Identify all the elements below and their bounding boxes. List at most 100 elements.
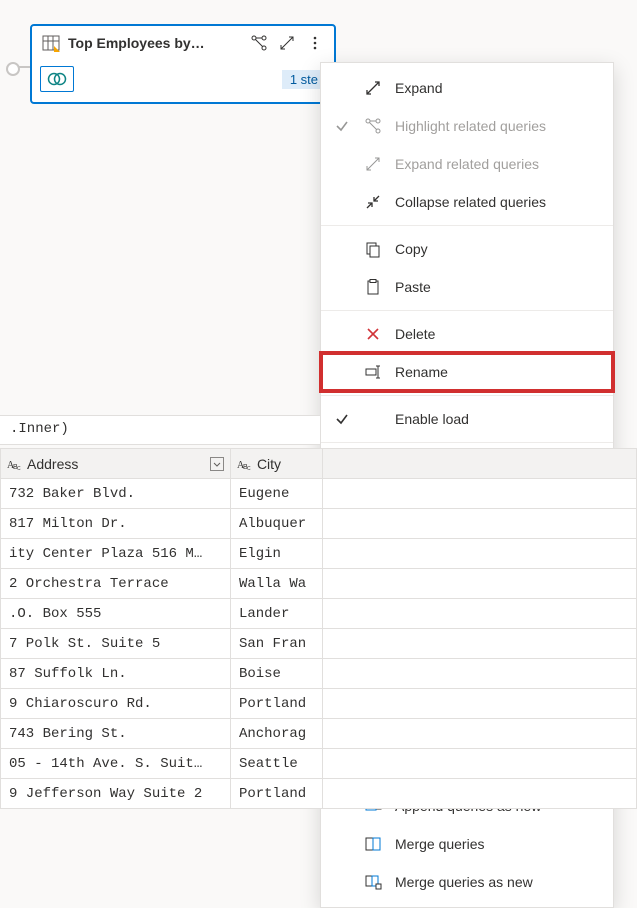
cell-city[interactable]: Walla Wa xyxy=(230,569,322,599)
svg-text:C: C xyxy=(17,466,21,471)
cell-address[interactable]: .O. Box 555 xyxy=(1,599,231,629)
cell-blank xyxy=(322,599,636,629)
text-type-icon: ABC xyxy=(7,457,21,471)
query-connector xyxy=(14,66,30,68)
menu-item-enable-load[interactable]: Enable load xyxy=(321,400,613,438)
menu-item-paste[interactable]: Paste xyxy=(321,268,613,306)
cell-address[interactable]: 2 Orchestra Terrace xyxy=(1,569,231,599)
cell-blank xyxy=(322,629,636,659)
cell-blank xyxy=(322,779,636,809)
column-header-city[interactable]: ABC City xyxy=(230,449,322,479)
text-type-icon: ABC xyxy=(237,457,251,471)
menu-item-label: Expand related queries xyxy=(395,156,601,172)
delete-icon xyxy=(363,325,383,343)
check-icon xyxy=(333,119,351,133)
table-row[interactable]: ity Center Plaza 516 M…Elgin xyxy=(1,539,637,569)
query-title: Top Employees by… xyxy=(68,35,242,51)
expand-icon xyxy=(363,79,383,97)
menu-item-rename[interactable]: Rename xyxy=(321,353,613,391)
collapse-related-icon xyxy=(363,193,383,211)
cell-address[interactable]: 9 Chiaroscuro Rd. xyxy=(1,689,231,719)
cell-city[interactable]: Lander xyxy=(230,599,322,629)
expand-icon[interactable] xyxy=(276,32,298,54)
copy-icon xyxy=(363,240,383,258)
cell-city[interactable]: Albuquer xyxy=(230,509,322,539)
table-icon xyxy=(40,32,62,54)
merge-step-icon[interactable] xyxy=(40,66,74,92)
cell-city[interactable]: Portland xyxy=(230,779,322,809)
cell-address[interactable]: 9 Jefferson Way Suite 2 xyxy=(1,779,231,809)
cell-city[interactable]: San Fran xyxy=(230,629,322,659)
cell-address[interactable]: 732 Baker Blvd. xyxy=(1,479,231,509)
table-header-row: ABC Address ABC City xyxy=(1,449,637,479)
table-row[interactable]: 732 Baker Blvd.Eugene xyxy=(1,479,637,509)
column-header-label: Address xyxy=(27,456,78,472)
cell-address[interactable]: 817 Milton Dr. xyxy=(1,509,231,539)
cell-city[interactable]: Seattle xyxy=(230,749,322,779)
menu-separator xyxy=(321,225,613,226)
merge-new-icon xyxy=(363,873,383,891)
paste-icon xyxy=(363,278,383,296)
expand-related-icon xyxy=(363,155,383,173)
menu-item-label: Collapse related queries xyxy=(395,194,601,210)
menu-item-expand[interactable]: Expand xyxy=(321,69,613,107)
menu-item-label: Highlight related queries xyxy=(395,118,601,134)
cell-city[interactable]: Elgin xyxy=(230,539,322,569)
menu-item-label: Paste xyxy=(395,279,601,295)
table-row[interactable]: .O. Box 555Lander xyxy=(1,599,637,629)
merge-icon xyxy=(363,835,383,853)
table-row[interactable]: 9 Chiaroscuro Rd.Portland xyxy=(1,689,637,719)
menu-separator xyxy=(321,395,613,396)
column-header-address[interactable]: ABC Address xyxy=(1,449,231,479)
cell-city[interactable]: Portland xyxy=(230,689,322,719)
table-row[interactable]: 9 Jefferson Way Suite 2Portland xyxy=(1,779,637,809)
menu-item-copy[interactable]: Copy xyxy=(321,230,613,268)
menu-item-label: Delete xyxy=(395,326,601,342)
cell-blank xyxy=(322,689,636,719)
column-header-blank xyxy=(322,449,636,479)
query-card-body: 1 ste xyxy=(32,60,334,102)
cell-city[interactable]: Eugene xyxy=(230,479,322,509)
rename-icon xyxy=(363,363,383,381)
menu-item-delete[interactable]: Delete xyxy=(321,315,613,353)
menu-item-label: Rename xyxy=(395,364,601,380)
cell-address[interactable]: 05 - 14th Ave. S. Suit… xyxy=(1,749,231,779)
menu-separator xyxy=(321,310,613,311)
menu-item-label: Enable load xyxy=(395,411,601,427)
cell-city[interactable]: Boise xyxy=(230,659,322,689)
formula-bar-fragment[interactable]: .Inner) xyxy=(0,415,320,445)
cell-city[interactable]: Anchorag xyxy=(230,719,322,749)
menu-item-merge-queries[interactable]: Merge queries xyxy=(321,825,613,863)
cell-blank xyxy=(322,569,636,599)
cell-address[interactable]: ity Center Plaza 516 M… xyxy=(1,539,231,569)
cell-address[interactable]: 7 Polk St. Suite 5 xyxy=(1,629,231,659)
cell-blank xyxy=(322,539,636,569)
data-table: ABC Address ABC City 732 Baker Blvd xyxy=(0,448,637,809)
query-card-header: Top Employees by… xyxy=(32,26,334,60)
menu-separator xyxy=(321,442,613,443)
menu-item-collapse-related[interactable]: Collapse related queries xyxy=(321,183,613,221)
more-options-icon[interactable] xyxy=(304,32,326,54)
menu-item-merge-queries-new[interactable]: Merge queries as new xyxy=(321,863,613,901)
cell-address[interactable]: 87 Suffolk Ln. xyxy=(1,659,231,689)
menu-item-highlight-related: Highlight related queries xyxy=(321,107,613,145)
table-row[interactable]: 7 Polk St. Suite 5San Fran xyxy=(1,629,637,659)
table-row[interactable]: 05 - 14th Ave. S. Suit…Seattle xyxy=(1,749,637,779)
table-row[interactable]: 2 Orchestra TerraceWalla Wa xyxy=(1,569,637,599)
filter-dropdown-icon[interactable] xyxy=(210,457,224,471)
column-header-label: City xyxy=(257,456,281,472)
menu-item-label: Merge queries as new xyxy=(395,874,601,890)
highlight-related-icon[interactable] xyxy=(248,32,270,54)
cell-blank xyxy=(322,479,636,509)
table-row[interactable]: 87 Suffolk Ln.Boise xyxy=(1,659,637,689)
menu-item-expand-related: Expand related queries xyxy=(321,145,613,183)
cell-blank xyxy=(322,749,636,779)
check-icon xyxy=(333,412,351,426)
menu-item-label: Expand xyxy=(395,80,601,96)
highlight-related-icon xyxy=(363,117,383,135)
table-row[interactable]: 743 Bering St.Anchorag xyxy=(1,719,637,749)
query-card[interactable]: Top Employees by… 1 ste xyxy=(30,24,336,104)
table-row[interactable]: 817 Milton Dr.Albuquer xyxy=(1,509,637,539)
cell-address[interactable]: 743 Bering St. xyxy=(1,719,231,749)
menu-item-label: Merge queries xyxy=(395,836,601,852)
